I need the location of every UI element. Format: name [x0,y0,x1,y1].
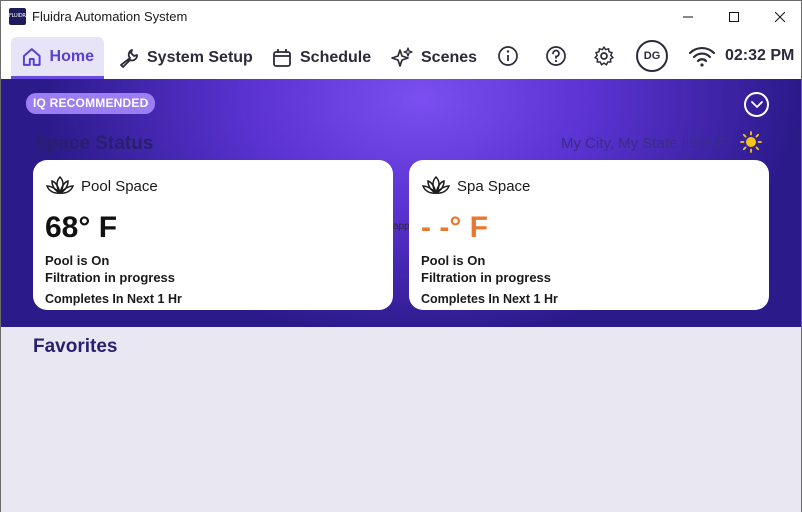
user-avatar[interactable]: DG [636,40,668,72]
help-icon [546,46,566,66]
card-header: Pool Space [45,175,158,197]
collapse-button[interactable] [744,92,769,117]
weather-info: My City, My State | 56° F [561,135,726,152]
pool-activity: Filtration in progress [45,270,176,285]
spa-activity: Filtration in progress [421,270,552,285]
pool-completion: Completes In Next 1 Hr [45,292,182,306]
info-button[interactable] [495,43,521,69]
chevron-down-icon [750,100,763,108]
sun-icon [740,131,762,153]
gear-icon [594,46,614,66]
minimize-icon [683,16,693,17]
tab-home-label: Home [49,47,94,65]
spa-status: Pool is On [421,253,486,268]
home-icon [22,47,41,66]
hidden-text-fragment: app [393,221,410,232]
space-status-banner: IQ RECOMMENDED Space Status My City, My … [1,79,801,327]
card-title: Spa Space [457,177,531,195]
lotus-icon [421,175,451,195]
sparkle-icon [391,47,413,67]
tab-schedule-label: Schedule [300,49,372,66]
card-title: Pool Space [81,177,158,195]
info-icon [498,46,518,66]
close-button[interactable] [757,1,802,32]
tab-schedule[interactable]: Schedule [261,37,381,79]
pool-status: Pool is On [45,253,110,268]
spa-completion: Completes In Next 1 Hr [421,292,558,306]
clock-time: 02:32 PM [725,47,795,64]
pool-temperature: 68° F [45,211,118,244]
section-title-favorites: Favorites [33,336,118,357]
window-title: Fluidra Automation System [32,9,188,24]
tab-scenes-label: Scenes [421,49,478,66]
pool-space-card[interactable]: Pool Space 68° F Pool is On Filtration i… [33,160,393,310]
spa-space-card[interactable]: Spa Space - -° F Pool is On Filtration i… [409,160,769,310]
card-header: Spa Space [421,175,530,197]
close-icon [775,11,785,22]
window-titlebar: FLUIDRA Fluidra Automation System [0,0,802,31]
section-title-space-status: Space Status [34,133,154,154]
tab-home[interactable]: Home [11,37,104,79]
calendar-icon [273,49,291,67]
nav-bar: Home System Setup Schedule Scenes DG 02:… [0,31,802,79]
maximize-button[interactable] [711,1,757,32]
tab-system-setup-label: System Setup [147,49,253,66]
tab-scenes[interactable]: Scenes [380,37,487,79]
window-border-left [0,79,1,512]
iq-recommended-badge[interactable]: IQ RECOMMENDED [26,93,156,114]
app-logo: FLUIDRA [9,8,29,25]
maximize-icon [729,11,739,22]
spa-temperature: - -° F [421,211,488,244]
help-button[interactable] [543,43,569,69]
wifi-icon [688,46,716,67]
minimize-button[interactable] [665,1,711,32]
wrench-icon [120,49,138,68]
tab-system-setup[interactable]: System Setup [108,37,263,79]
lotus-icon [45,175,75,195]
settings-button[interactable] [591,43,617,69]
